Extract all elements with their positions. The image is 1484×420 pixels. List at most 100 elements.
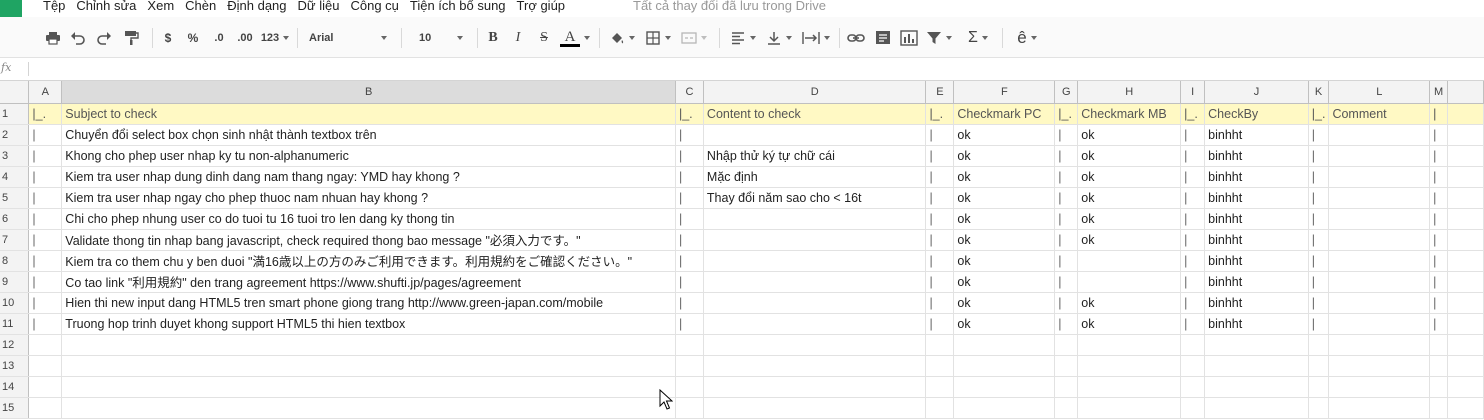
cell-i4[interactable]: | — [1180, 166, 1206, 188]
percent-format-button[interactable]: % — [185, 27, 201, 49]
cell-b8[interactable]: Kiem tra co them chu y ben duoi "満16歳以上の… — [61, 250, 676, 272]
cell-f1[interactable]: Checkmark PC — [953, 103, 1056, 125]
strikethrough-button[interactable]: S — [535, 27, 553, 49]
cell-h6[interactable]: ok — [1077, 208, 1182, 230]
currency-format-button[interactable]: $ — [160, 27, 176, 49]
cell-g15[interactable] — [1054, 397, 1079, 419]
cell-j11[interactable]: binhht — [1204, 313, 1309, 335]
cell-c3[interactable]: | — [675, 145, 704, 167]
print-button[interactable] — [43, 27, 63, 49]
cell-j6[interactable]: binhht — [1204, 208, 1309, 230]
column-header-c[interactable]: C — [675, 81, 704, 104]
cell-m10[interactable]: | — [1429, 292, 1449, 314]
cell-h7[interactable]: ok — [1077, 229, 1182, 251]
cell-c7[interactable]: | — [675, 229, 704, 251]
cell-l11[interactable] — [1328, 313, 1431, 335]
row-header[interactable]: 15 — [0, 397, 30, 419]
cell-k7[interactable]: | — [1308, 229, 1330, 251]
cell-m6[interactable]: | — [1429, 208, 1449, 230]
cell-h3[interactable]: ok — [1077, 145, 1182, 167]
cell-b12[interactable] — [61, 334, 676, 356]
cell-d9[interactable] — [703, 271, 927, 293]
cell-d10[interactable] — [703, 292, 927, 314]
cell-m4[interactable]: | — [1429, 166, 1449, 188]
column-header-b[interactable]: B — [61, 81, 676, 104]
cell-c4[interactable]: | — [675, 166, 704, 188]
menu-edit[interactable]: Chỉnh sửa — [76, 0, 136, 13]
cell-a5[interactable]: | — [28, 187, 63, 209]
cell-j12[interactable] — [1204, 334, 1309, 356]
menu-help[interactable]: Trợ giúp — [517, 0, 566, 13]
cell-i5[interactable]: | — [1180, 187, 1206, 209]
cell-f11[interactable]: ok — [953, 313, 1056, 335]
cell-d15[interactable] — [703, 397, 927, 419]
cell-g5[interactable]: | — [1054, 187, 1079, 209]
cell-c1[interactable]: |_. — [675, 103, 704, 125]
cell-e1[interactable]: |_. — [925, 103, 955, 125]
cell-a4[interactable]: | — [28, 166, 63, 188]
cell-b2[interactable]: Chuyển đổi select box chọn sinh nhật thà… — [61, 124, 676, 146]
cell-m8[interactable]: | — [1429, 250, 1449, 272]
sheets-logo[interactable] — [0, 0, 22, 17]
cell-h4[interactable]: ok — [1077, 166, 1182, 188]
cell-c5[interactable]: | — [675, 187, 704, 209]
cell-l14[interactable] — [1328, 376, 1431, 398]
cell-m3[interactable]: | — [1429, 145, 1449, 167]
cell-i12[interactable] — [1180, 334, 1206, 356]
column-header-i[interactable]: I — [1180, 81, 1206, 104]
cell-h8[interactable] — [1077, 250, 1182, 272]
cell-j13[interactable] — [1204, 355, 1309, 377]
cell-f3[interactable]: ok — [953, 145, 1056, 167]
cell-m11[interactable]: | — [1429, 313, 1449, 335]
cell-i2[interactable]: | — [1180, 124, 1206, 146]
redo-button[interactable] — [94, 27, 114, 49]
cell-j3[interactable]: binhht — [1204, 145, 1309, 167]
cell-k15[interactable] — [1308, 397, 1330, 419]
row-header[interactable]: 8 — [0, 250, 30, 272]
cell-d1[interactable]: Content to check — [703, 103, 927, 125]
cell-i1[interactable]: |_. — [1180, 103, 1206, 125]
cell-b14[interactable] — [61, 376, 676, 398]
cell-m1[interactable]: | — [1429, 103, 1449, 125]
more-formats-dropdown[interactable]: 123 — [259, 27, 291, 49]
cell-g9[interactable]: | — [1054, 271, 1079, 293]
cell-g6[interactable]: | — [1054, 208, 1079, 230]
cell-i7[interactable]: | — [1180, 229, 1206, 251]
cell-f15[interactable] — [953, 397, 1056, 419]
cell-a14[interactable] — [28, 376, 63, 398]
column-header-a[interactable]: A — [28, 81, 63, 104]
cell-e6[interactable]: | — [925, 208, 955, 230]
cell-g13[interactable] — [1054, 355, 1079, 377]
cell-e10[interactable]: | — [925, 292, 955, 314]
cell-l1[interactable]: Comment — [1328, 103, 1431, 125]
cell-h12[interactable] — [1077, 334, 1182, 356]
cell-i6[interactable]: | — [1180, 208, 1206, 230]
cell-l2[interactable] — [1328, 124, 1431, 146]
row-header[interactable]: 12 — [0, 334, 30, 356]
cell-m14[interactable] — [1429, 376, 1449, 398]
row-header[interactable]: 10 — [0, 292, 30, 314]
cell-f14[interactable] — [953, 376, 1056, 398]
menu-addons[interactable]: Tiện ích bổ sung — [410, 0, 506, 13]
menu-format[interactable]: Định dạng — [227, 0, 286, 13]
cell-j5[interactable]: binhht — [1204, 187, 1309, 209]
cell-i13[interactable] — [1180, 355, 1206, 377]
borders-button[interactable] — [643, 27, 673, 49]
cell-l7[interactable] — [1328, 229, 1431, 251]
cell-j10[interactable]: binhht — [1204, 292, 1309, 314]
cell-d13[interactable] — [703, 355, 927, 377]
cell-l10[interactable] — [1328, 292, 1431, 314]
text-color-button[interactable]: A — [559, 27, 591, 49]
cell-d12[interactable] — [703, 334, 927, 356]
cell-l4[interactable] — [1328, 166, 1431, 188]
cell-k10[interactable]: | — [1308, 292, 1330, 314]
decrease-decimal-button[interactable]: .0 — [209, 27, 229, 49]
cell-f8[interactable]: ok — [953, 250, 1056, 272]
cell-b7[interactable]: Validate thong tin nhap bang javascript,… — [61, 229, 676, 251]
cell-h10[interactable]: ok — [1077, 292, 1182, 314]
cell-g14[interactable] — [1054, 376, 1079, 398]
filter-button[interactable] — [924, 27, 954, 49]
cell-a15[interactable] — [28, 397, 63, 419]
increase-decimal-button[interactable]: .00 — [234, 27, 256, 49]
column-header-j[interactable]: J — [1204, 81, 1309, 104]
